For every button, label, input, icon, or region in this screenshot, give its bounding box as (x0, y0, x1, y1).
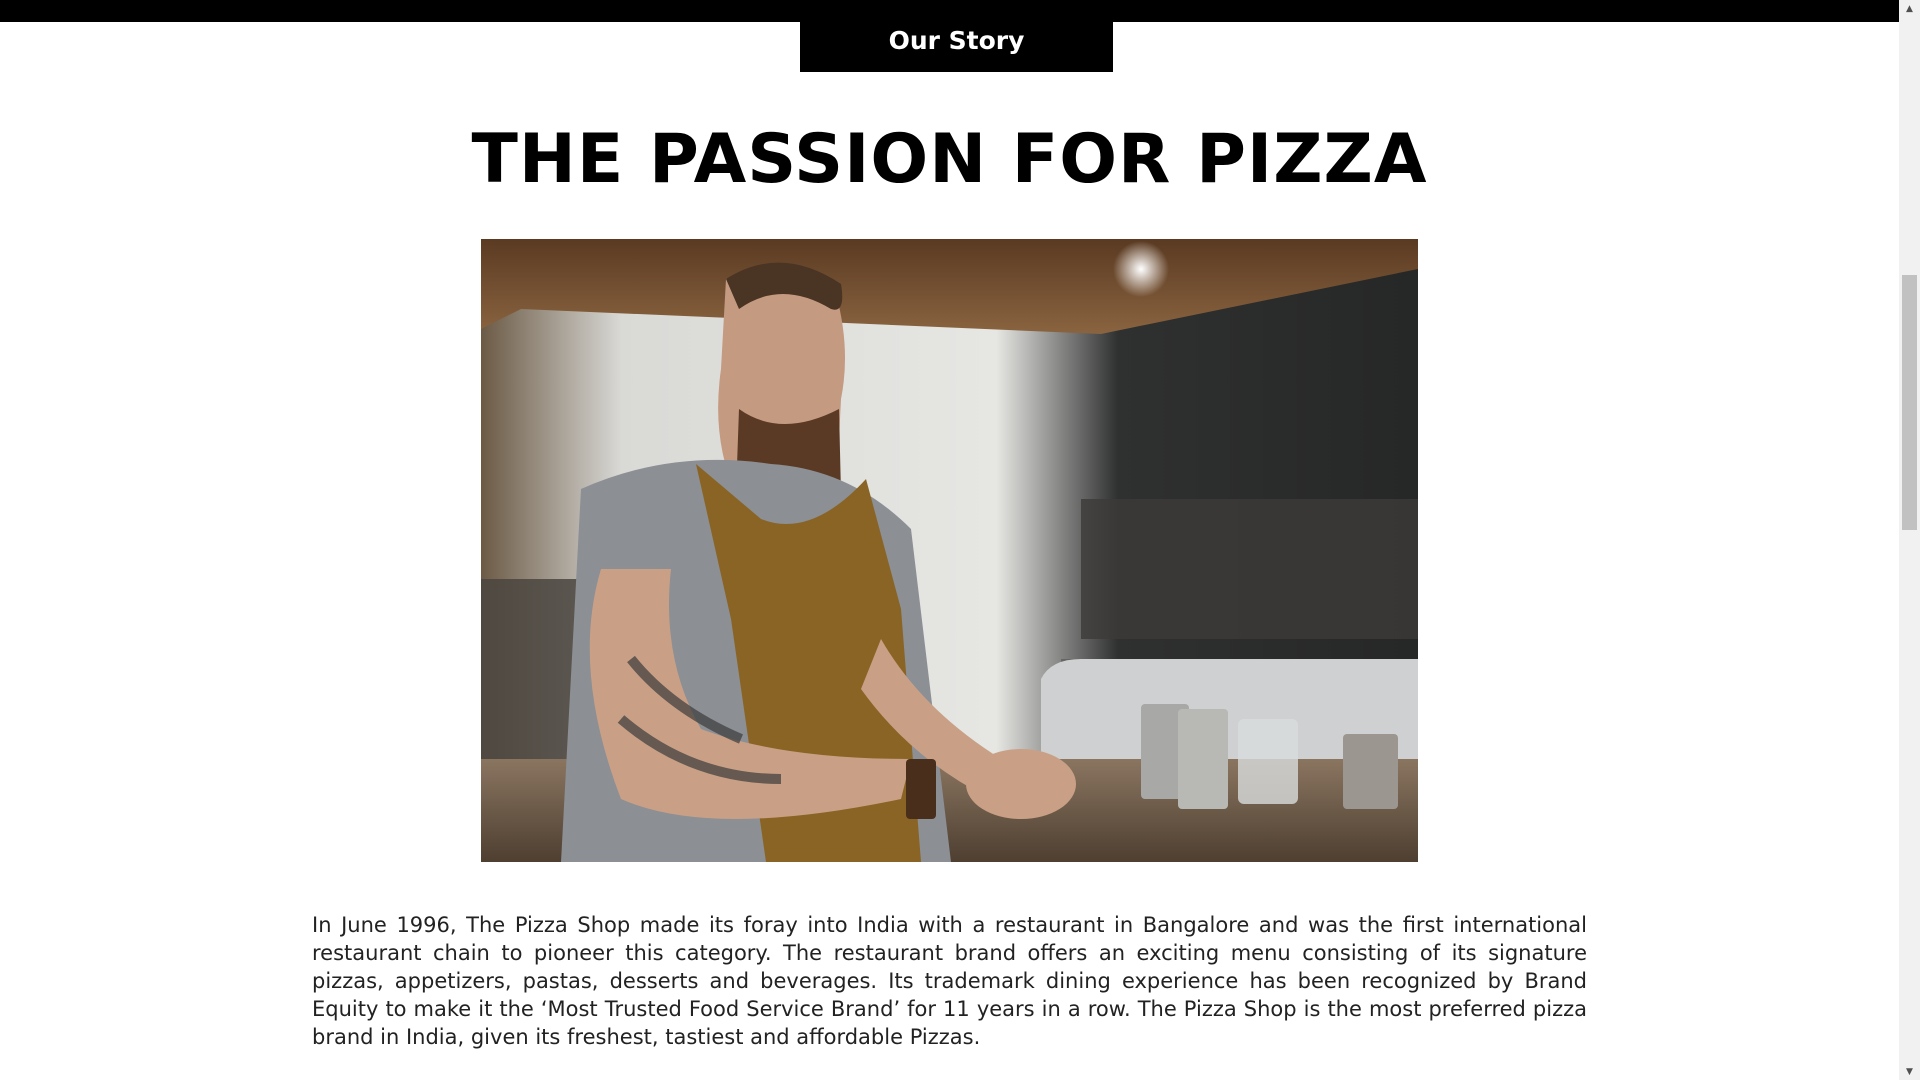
page-viewport: Our Story THE PASSION FOR PIZZA In June … (0, 0, 1899, 1080)
story-paragraph: In June 1996, The Pizza Shop made its fo… (312, 913, 1587, 1049)
scrollbar-thumb[interactable] (1902, 275, 1917, 530)
our-story-tab-label: Our Story (888, 25, 1025, 55)
chevron-up-icon[interactable]: ▲ (1899, 0, 1920, 17)
chef-photo (481, 239, 1418, 862)
chevron-down-icon[interactable]: ▼ (1899, 1063, 1920, 1080)
vertical-scrollbar[interactable]: ▲ ▼ (1899, 0, 1920, 1080)
page: Our Story THE PASSION FOR PIZZA In June … (0, 0, 1920, 1080)
section-heading: THE PASSION FOR PIZZA (471, 120, 1428, 199)
our-story-tab[interactable]: Our Story (800, 0, 1113, 72)
chef-portrait-image (481, 239, 1418, 862)
